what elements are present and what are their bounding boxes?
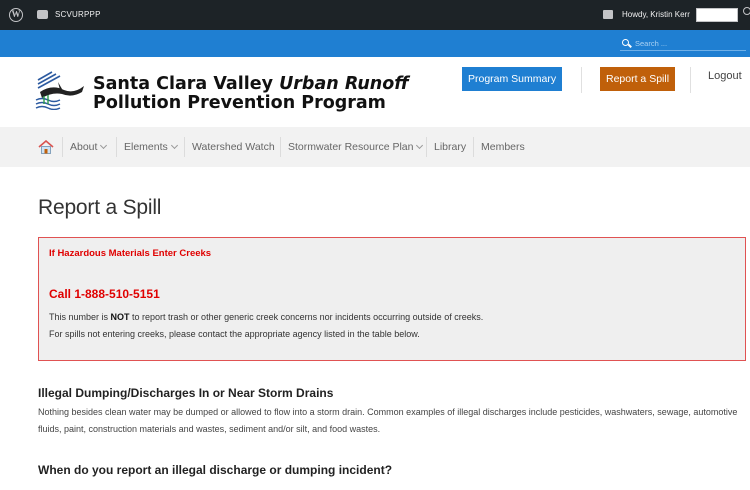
- site-title-line2: Pollution Prevention Program: [93, 93, 386, 113]
- nav-item-label: About: [70, 141, 98, 153]
- nav-separator: [473, 137, 474, 157]
- alert-heading: If Hazardous Materials Enter Creeks: [49, 248, 212, 259]
- site-title-line1: Santa Clara Valley: [93, 74, 280, 94]
- nav-item-library[interactable]: Library: [434, 141, 466, 153]
- nav-separator: [62, 137, 63, 157]
- alert-phone-number[interactable]: Call 1-888-510-5151: [49, 287, 160, 301]
- chevron-down-icon: [416, 141, 424, 150]
- section-heading-when-to-report: When do you report an illegal discharge …: [38, 463, 393, 477]
- header-divider: [690, 67, 691, 93]
- search-icon[interactable]: [622, 39, 629, 46]
- logout-link[interactable]: Logout: [708, 70, 742, 82]
- nav-separator: [426, 137, 427, 157]
- admin-search-icon[interactable]: [743, 7, 750, 15]
- nav-separator: [280, 137, 281, 157]
- alert-line-1: This number is NOT to report trash or ot…: [49, 312, 483, 322]
- search-input[interactable]: [635, 37, 743, 49]
- alert-line-2: For spills not entering creeks, please c…: [49, 329, 420, 339]
- nav-item-label: Stormwater Resource Plan: [288, 141, 414, 153]
- report-spill-button[interactable]: Report a Spill: [600, 67, 676, 91]
- nav-item-watershed-watch[interactable]: Watershed Watch: [192, 141, 275, 153]
- admin-bar: W SCVURPPP Howdy, Kristin Kerr: [0, 0, 750, 30]
- nav-item-elements[interactable]: Elements: [124, 141, 178, 153]
- top-search-bar: [0, 30, 750, 57]
- alert-line-1-post: to report trash or other generic creek c…: [129, 312, 484, 322]
- chevron-down-icon: [100, 141, 108, 150]
- nav-item-label: Library: [434, 141, 467, 153]
- nav-item-label: Elements: [124, 141, 168, 153]
- program-summary-button[interactable]: Program Summary: [462, 67, 563, 91]
- search-box: [620, 37, 746, 51]
- nav-item-about[interactable]: About: [70, 141, 108, 153]
- nav-item-label: Members: [481, 141, 525, 153]
- alert-line-1-bold: NOT: [110, 312, 130, 322]
- hazard-alert-box: If Hazardous Materials Enter Creeks Call…: [38, 237, 746, 361]
- site-icon[interactable]: [37, 10, 48, 19]
- wordpress-icon[interactable]: W: [9, 8, 23, 22]
- nav-item-members[interactable]: Members: [481, 141, 525, 153]
- logo-icon[interactable]: [34, 70, 86, 110]
- site-title-italic: Urban Runoff: [279, 74, 409, 94]
- chevron-down-icon: [170, 141, 178, 150]
- alert-line-1-pre: This number is: [49, 312, 111, 322]
- site-title[interactable]: Santa Clara Valley Urban Runoff Pollutio…: [93, 75, 409, 113]
- section-heading-illegal-dumping: Illegal Dumping/Discharges In or Near St…: [38, 386, 334, 400]
- avatar[interactable]: [696, 8, 738, 22]
- nav-item-label: Watershed Watch: [192, 141, 275, 153]
- section-paragraph-illegal-dumping: Nothing besides clean water may be dumpe…: [38, 407, 738, 434]
- nav-separator: [116, 137, 117, 157]
- admin-site-name[interactable]: SCVURPPP: [55, 10, 101, 19]
- nav-separator: [184, 137, 185, 157]
- howdy-user[interactable]: Howdy, Kristin Kerr: [622, 10, 690, 19]
- site-header: Santa Clara Valley Urban Runoff Pollutio…: [0, 57, 750, 127]
- comment-icon[interactable]: [603, 10, 613, 19]
- header-divider: [581, 67, 582, 93]
- page-title: Report a Spill: [38, 196, 162, 219]
- home-icon[interactable]: [38, 140, 54, 154]
- nav-item-stormwater-resource-plan[interactable]: Stormwater Resource Plan: [288, 141, 424, 153]
- main-nav: About Elements Watershed Watch Stormwate…: [0, 127, 750, 167]
